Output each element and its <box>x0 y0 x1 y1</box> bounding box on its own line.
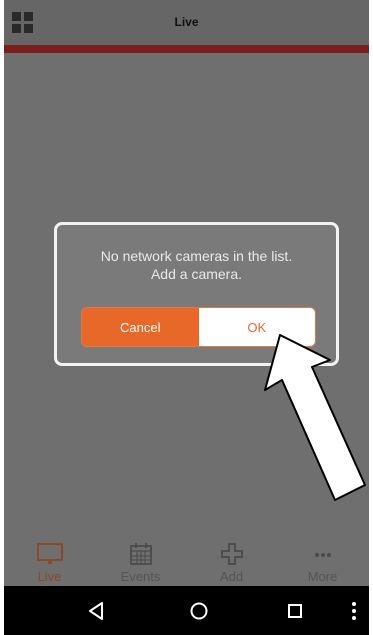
tab-label-live: Live <box>37 569 62 584</box>
tab-add[interactable]: Add <box>186 536 277 586</box>
pointer-arrow-icon <box>264 334 366 501</box>
tab-events[interactable]: Events <box>95 536 186 586</box>
tab-live[interactable]: Live <box>4 536 95 586</box>
tab-label-events: Events <box>120 569 161 584</box>
plus-icon <box>220 543 243 565</box>
bottom-tab-bar: Live Events Add More <box>4 536 369 586</box>
dialog-message-line2: Add a camera. <box>150 266 243 282</box>
app-screen: Live No network cameras in the list. Add… <box>4 0 369 635</box>
header-accent-bar <box>4 45 369 53</box>
overflow-menu-icon[interactable] <box>344 596 364 626</box>
page-title: Live <box>174 15 199 29</box>
calendar-icon <box>129 543 152 565</box>
app-header: Live <box>4 0 369 45</box>
cancel-button[interactable]: Cancel <box>82 308 199 346</box>
tab-label-add: Add <box>219 569 244 584</box>
tab-more[interactable]: More <box>277 536 368 586</box>
dialog-message-line1: No network cameras in the list. <box>100 248 293 264</box>
tab-label-more: More <box>307 569 338 584</box>
android-nav-bar <box>4 586 369 635</box>
more-dots-icon <box>314 553 331 557</box>
dialog-message: No network cameras in the list. Add a ca… <box>57 247 336 283</box>
home-icon[interactable] <box>184 596 214 626</box>
recents-icon[interactable] <box>280 596 310 626</box>
back-icon[interactable] <box>82 596 112 626</box>
monitor-icon <box>36 543 63 564</box>
